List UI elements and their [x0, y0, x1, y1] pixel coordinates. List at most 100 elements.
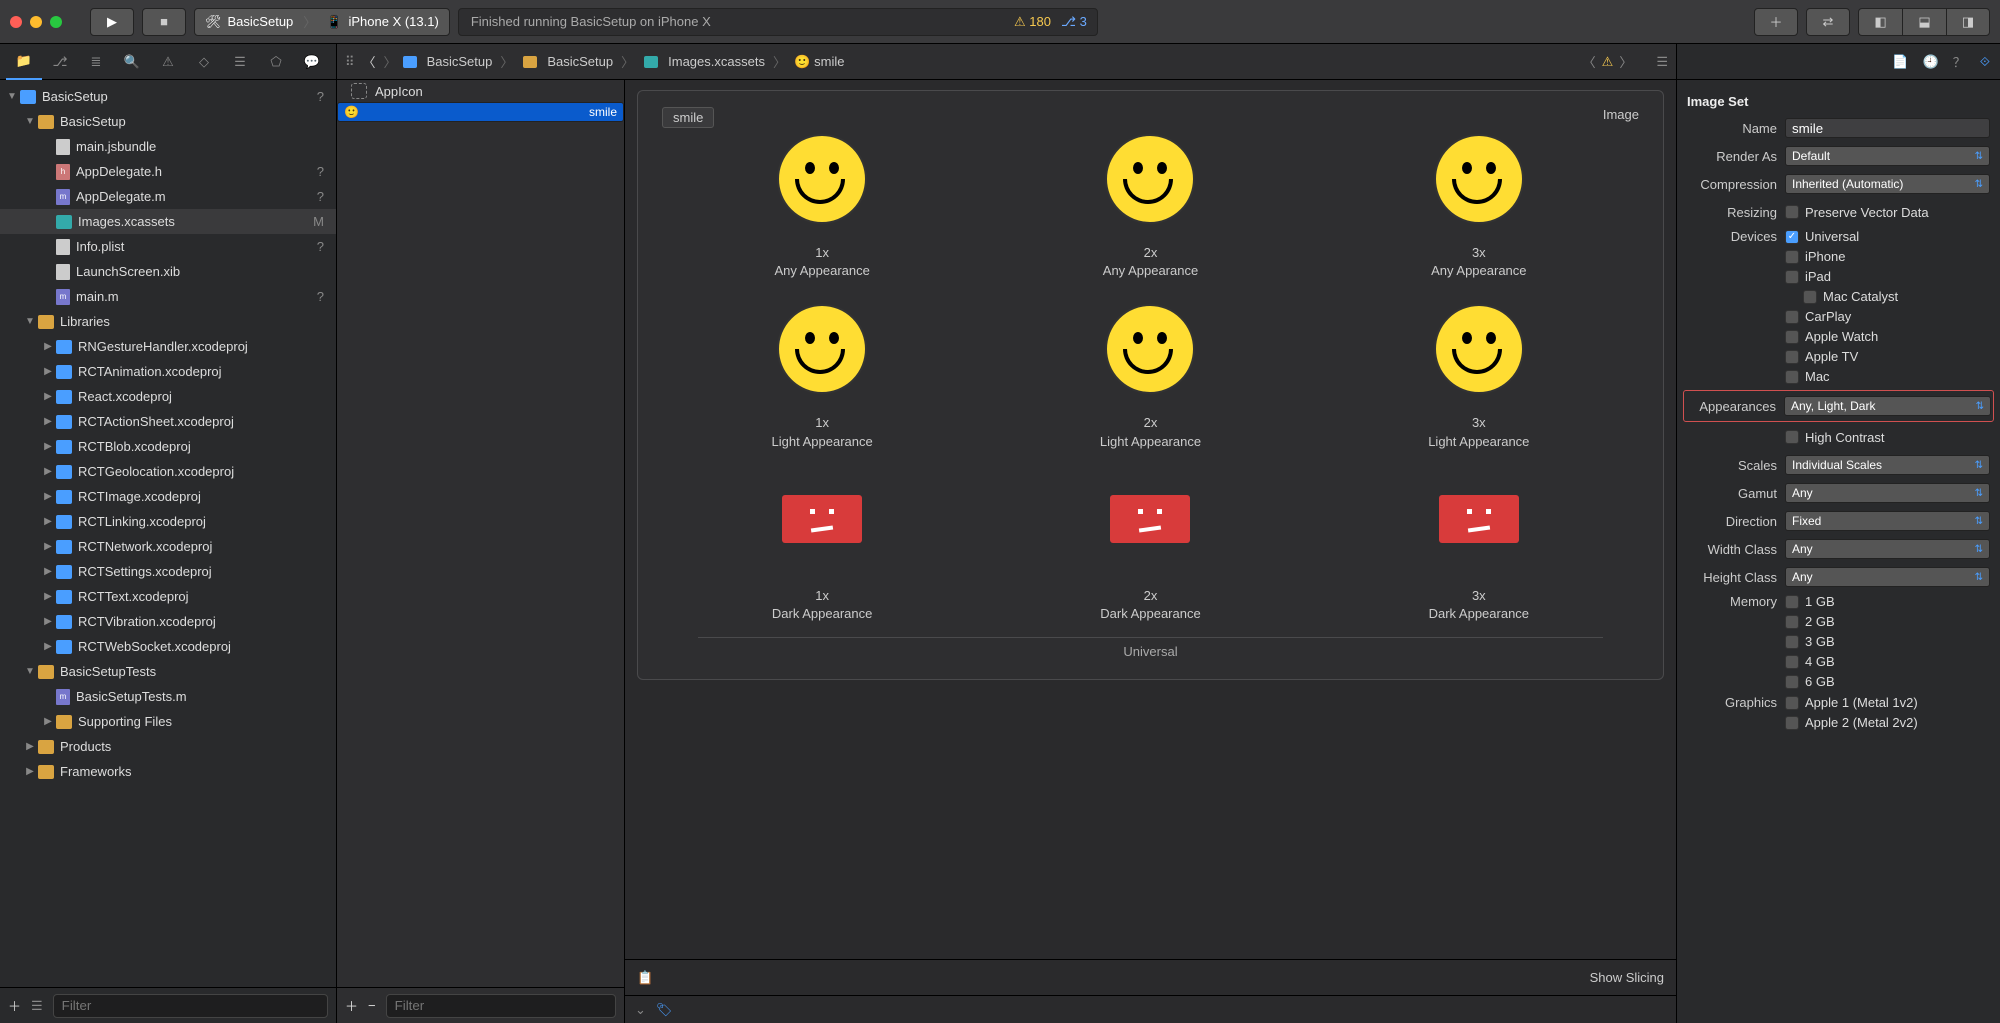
asset-remove-button[interactable]: − — [368, 998, 376, 1013]
tree-item[interactable]: mBasicSetupTests.m — [0, 684, 336, 709]
high-contrast-checkbox[interactable]: High Contrast — [1785, 430, 1990, 445]
checkbox-iphone[interactable]: iPhone — [1785, 249, 1990, 264]
image-well[interactable]: 2xAny Appearance — [1060, 134, 1240, 280]
back-button[interactable]: 〈 — [363, 52, 376, 71]
tree-item[interactable]: ▶RCTBlob.xcodeproj — [0, 434, 336, 459]
toggle-inspector-button[interactable]: ◨ — [1946, 8, 1990, 36]
source-control-navigator-tab[interactable]: ⎇ — [42, 44, 78, 80]
tree-item[interactable]: ▶React.xcodeproj — [0, 384, 336, 409]
jump-next-button[interactable]: 〉 — [1619, 52, 1632, 71]
stop-button[interactable]: ■ — [142, 8, 186, 36]
checkbox-ipad[interactable]: iPad — [1785, 269, 1990, 284]
checkbox-2-gb[interactable]: 2 GB — [1785, 614, 1990, 629]
tree-item[interactable]: ▶Supporting Files — [0, 709, 336, 734]
project-tree[interactable]: ▼ BasicSetup ? ▼BasicSetupmain.jsbundleh… — [0, 80, 336, 987]
clipboard-button[interactable]: 📋 — [637, 970, 653, 986]
checkbox-apple-tv[interactable]: Apple TV — [1785, 349, 1990, 364]
source-control-indicator[interactable]: ⎇ 3 — [1061, 14, 1087, 30]
jump-warning-icon[interactable]: ⚠ — [1602, 54, 1614, 70]
tree-item[interactable]: hAppDelegate.h? — [0, 159, 336, 184]
image-well[interactable]: 1xLight Appearance — [732, 304, 912, 450]
scheme-selector[interactable]: 🛠 BasicSetup 〉 📱 iPhone X (13.1) — [194, 8, 450, 36]
asset-filter-input[interactable] — [386, 994, 616, 1018]
code-review-button[interactable]: ⇄ — [1806, 8, 1850, 36]
filter-scope-button[interactable]: ☰ — [31, 998, 43, 1014]
find-navigator-tab[interactable]: 🔍 — [114, 44, 150, 80]
image-well[interactable]: 1xDark Appearance — [732, 475, 912, 623]
width-class-select[interactable]: Any⇅ — [1785, 539, 1990, 559]
tree-item[interactable]: ▶RNGestureHandler.xcodeproj — [0, 334, 336, 359]
breadcrumb-0[interactable]: BasicSetup — [401, 54, 493, 69]
tag-button[interactable]: 🏷 — [656, 1002, 673, 1018]
tree-item[interactable]: ▼BasicSetup — [0, 109, 336, 134]
zoom-window-button[interactable] — [50, 16, 62, 28]
checkbox-apple-watch[interactable]: Apple Watch — [1785, 329, 1990, 344]
tree-item[interactable]: Images.xcassetsM — [0, 209, 336, 234]
checkbox-4-gb[interactable]: 4 GB — [1785, 654, 1990, 669]
asset-list-item[interactable]: 🙂smile — [337, 102, 624, 122]
toggle-debug-area-button[interactable]: ⬓ — [1902, 8, 1946, 36]
close-window-button[interactable] — [10, 16, 22, 28]
tree-item[interactable]: ▶RCTImage.xcodeproj — [0, 484, 336, 509]
tree-item[interactable]: ▶RCTNetwork.xcodeproj — [0, 534, 336, 559]
resizing-checkbox[interactable]: Preserve Vector Data — [1785, 205, 1990, 220]
breadcrumb-3[interactable]: 🙂 smile — [794, 54, 845, 70]
scope-popup[interactable]: ⌄ — [635, 1002, 646, 1018]
asset-add-button[interactable]: ＋ — [345, 996, 358, 1015]
tree-item[interactable]: LaunchScreen.xib — [0, 259, 336, 284]
asset-list-item[interactable]: AppIcon — [337, 80, 624, 102]
appearances-select[interactable]: Any, Light, Dark⇅ — [1784, 396, 1991, 416]
tree-item[interactable]: ▶Products — [0, 734, 336, 759]
toggle-navigator-button[interactable]: ◧ — [1858, 8, 1902, 36]
forward-button[interactable]: 〉 — [384, 52, 397, 71]
add-item-button[interactable]: ＋ — [8, 996, 21, 1015]
checkbox-apple-1-(metal-1v2)[interactable]: Apple 1 (Metal 1v2) — [1785, 695, 1990, 710]
checkbox-3-gb[interactable]: 3 GB — [1785, 634, 1990, 649]
tree-item[interactable]: ▶RCTSettings.xcodeproj — [0, 559, 336, 584]
direction-select[interactable]: Fixed⇅ — [1785, 511, 1990, 531]
tree-item[interactable]: ▶RCTWebSocket.xcodeproj — [0, 634, 336, 659]
image-well[interactable]: 3xLight Appearance — [1389, 304, 1569, 450]
checkbox-6-gb[interactable]: 6 GB — [1785, 674, 1990, 689]
symbol-navigator-tab[interactable]: ≣ — [78, 44, 114, 80]
gamut-select[interactable]: Any⇅ — [1785, 483, 1990, 503]
show-slicing-button[interactable]: Show Slicing — [1590, 970, 1664, 985]
image-well[interactable]: 3xDark Appearance — [1389, 475, 1569, 623]
breadcrumb-2[interactable]: Images.xcassets — [642, 54, 765, 69]
tree-item[interactable]: Info.plist? — [0, 234, 336, 259]
tree-item[interactable]: ▶RCTLinking.xcodeproj — [0, 509, 336, 534]
height-class-select[interactable]: Any⇅ — [1785, 567, 1990, 587]
tree-item[interactable]: ▶RCTVibration.xcodeproj — [0, 609, 336, 634]
report-navigator-tab[interactable]: 💬 — [294, 44, 330, 80]
tree-item[interactable]: ▶Frameworks — [0, 759, 336, 784]
related-items-button[interactable]: ⠿ — [345, 54, 355, 70]
issue-navigator-tab[interactable]: ⚠ — [150, 44, 186, 80]
tree-item[interactable]: ▼Libraries — [0, 309, 336, 334]
test-navigator-tab[interactable]: ◇ — [186, 44, 222, 80]
image-well[interactable]: 3xAny Appearance — [1389, 134, 1569, 280]
tree-item[interactable]: ▶RCTGeolocation.xcodeproj — [0, 459, 336, 484]
checkbox-universal[interactable]: ✓Universal — [1785, 229, 1990, 244]
minimize-window-button[interactable] — [30, 16, 42, 28]
compression-select[interactable]: Inherited (Automatic)⇅ — [1785, 174, 1990, 194]
library-button[interactable]: ＋ — [1754, 8, 1798, 36]
render-as-select[interactable]: Default⇅ — [1785, 146, 1990, 166]
checkbox-mac[interactable]: Mac — [1785, 369, 1990, 384]
file-inspector-tab[interactable]: 📄 — [1892, 54, 1908, 70]
help-inspector-tab[interactable]: ？ — [1953, 52, 1966, 71]
tree-item[interactable]: mAppDelegate.m? — [0, 184, 336, 209]
scales-select[interactable]: Individual Scales⇅ — [1785, 455, 1990, 475]
name-input[interactable] — [1785, 118, 1990, 138]
breakpoint-navigator-tab[interactable]: ⬠ — [258, 44, 294, 80]
checkbox-1-gb[interactable]: 1 GB — [1785, 594, 1990, 609]
tree-item[interactable]: main.jsbundle — [0, 134, 336, 159]
tree-item[interactable]: ▼BasicSetupTests — [0, 659, 336, 684]
image-well[interactable]: 2xDark Appearance — [1060, 475, 1240, 623]
navigator-filter-input[interactable] — [53, 994, 328, 1018]
tree-item[interactable]: ▶RCTAnimation.xcodeproj — [0, 359, 336, 384]
history-inspector-tab[interactable]: 🕘 — [1923, 54, 1939, 70]
checkbox-carplay[interactable]: CarPlay — [1785, 309, 1990, 324]
tree-item[interactable]: ▶RCTActionSheet.xcodeproj — [0, 409, 336, 434]
image-well[interactable]: 2xLight Appearance — [1060, 304, 1240, 450]
jump-prev-button[interactable]: 〈 — [1583, 52, 1596, 71]
